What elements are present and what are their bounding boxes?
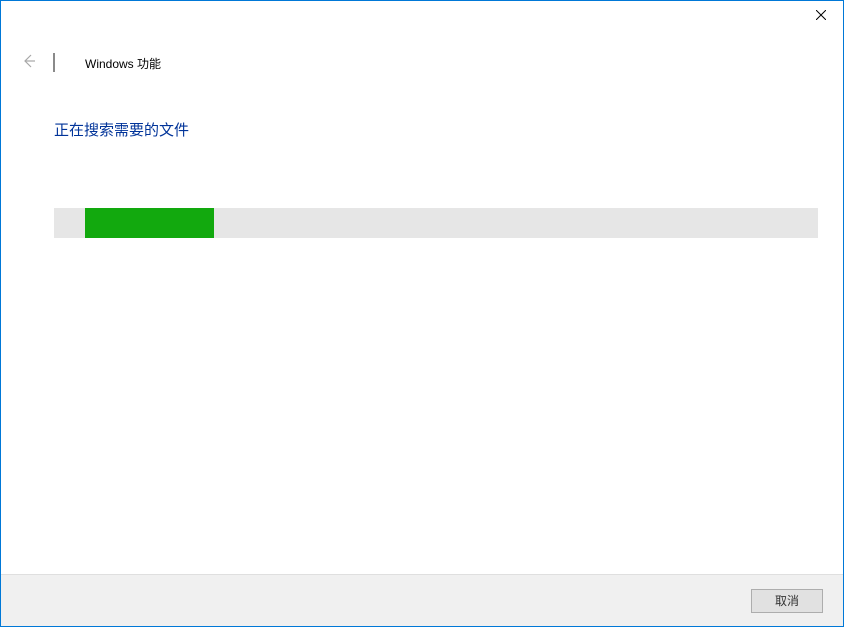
header-row: Windows 功能 — [1, 53, 843, 73]
status-heading: 正在搜索需要的文件 — [54, 119, 818, 140]
progress-bar — [54, 208, 818, 238]
cancel-button[interactable]: 取消 — [751, 589, 823, 613]
back-arrow-icon — [20, 52, 38, 75]
progress-fill — [85, 208, 215, 238]
windows-features-icon — [53, 54, 71, 72]
content-area: 正在搜索需要的文件 — [1, 119, 843, 238]
close-icon — [816, 7, 826, 25]
footer: 取消 — [1, 574, 843, 626]
app-title: Windows 功能 — [85, 55, 161, 72]
close-button[interactable] — [798, 1, 843, 31]
titlebar — [1, 1, 843, 33]
back-button[interactable] — [19, 53, 39, 73]
